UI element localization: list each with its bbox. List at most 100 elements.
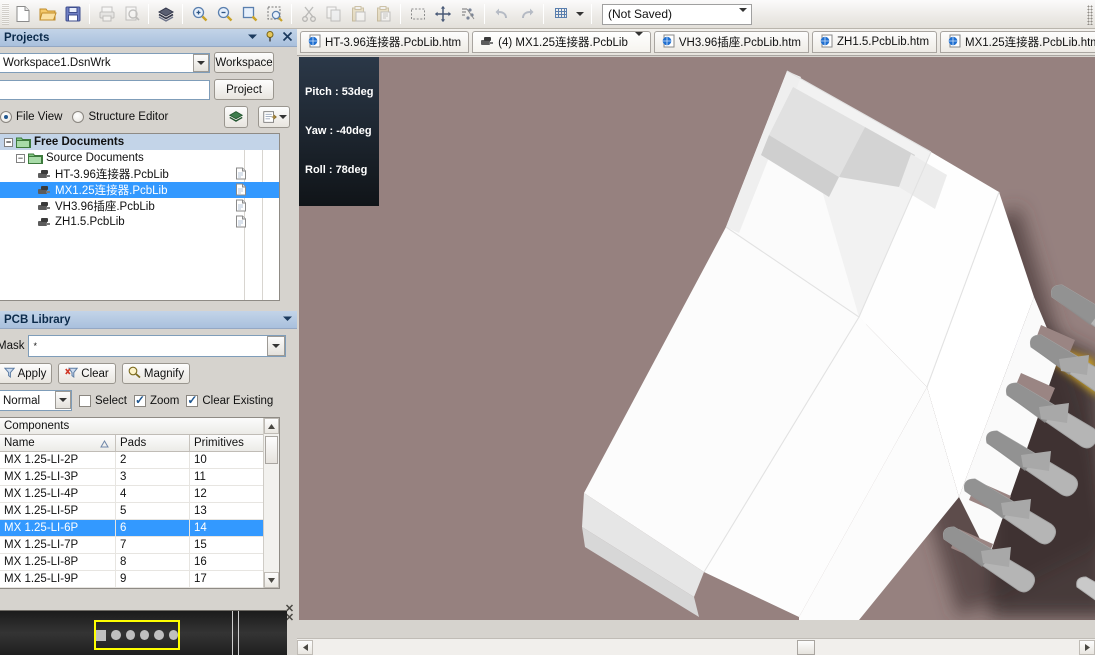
layer-swatch-circle[interactable] <box>111 630 121 640</box>
components-grid-scrollbar[interactable] <box>263 418 279 588</box>
clear-button[interactable]: Clear <box>58 363 116 384</box>
paste-icon[interactable] <box>346 2 371 26</box>
copy-icon[interactable] <box>321 2 346 26</box>
file-view-radio[interactable]: File View <box>0 111 62 123</box>
chevron-down-icon[interactable] <box>247 32 258 44</box>
viewport-horizontal-scrollbar[interactable] <box>297 638 1095 655</box>
layer-tab-strip[interactable] <box>0 610 287 655</box>
column-header-primitives[interactable]: Primitives <box>190 435 265 451</box>
layer-swatch-circle[interactable] <box>125 630 135 640</box>
pcb-library-icon <box>37 200 52 212</box>
zoom-area-icon[interactable] <box>262 2 287 26</box>
grid-icon[interactable] <box>548 2 573 26</box>
chevron-down-icon[interactable] <box>55 391 71 409</box>
tab-mx125-pcblib[interactable]: (4) MX1.25连接器.PcbLib <box>472 31 651 53</box>
zoom-checkbox[interactable]: Zoom <box>133 393 179 407</box>
tree-item-free-documents[interactable]: − Free Documents <box>0 134 279 150</box>
clear-existing-checkbox[interactable]: Clear Existing <box>186 393 273 407</box>
toolbar-separator <box>484 4 485 24</box>
table-row[interactable]: MX 1.25-LI-6P 6 14 <box>0 520 279 537</box>
print-icon[interactable] <box>94 2 119 26</box>
select-area-icon[interactable] <box>405 2 430 26</box>
table-row[interactable]: MX 1.25-LI-4P 4 12 <box>0 486 279 503</box>
table-row[interactable]: MX 1.25-LI-8P 8 16 <box>0 554 279 571</box>
tab-ht396[interactable]: HT-3.96连接器.PcbLib.htm <box>300 31 470 53</box>
board-layers-icon[interactable] <box>224 106 248 128</box>
table-row[interactable]: MX 1.25-LI-7P 7 15 <box>0 537 279 554</box>
chevron-down-icon[interactable] <box>267 336 286 356</box>
zoom-in-icon[interactable] <box>187 2 212 26</box>
expander-icon[interactable]: − <box>16 153 25 163</box>
toolbar-grip[interactable] <box>2 3 9 25</box>
tab-zh15[interactable]: ZH1.5.PcbLib.htm <box>811 31 938 53</box>
layer-swatch-circle[interactable] <box>139 630 150 640</box>
tree-item-zh15-pcblib[interactable]: ZH1.5.PcbLib <box>0 214 279 230</box>
magnify-button-label: Magnify <box>143 367 185 380</box>
tree-item-source-documents[interactable]: − Source Documents <box>0 150 279 166</box>
scroll-left-button[interactable] <box>297 639 313 655</box>
zoom-out-icon[interactable] <box>212 2 237 26</box>
scrollbar-thumb[interactable] <box>797 639 815 655</box>
tree-item-vh396-pcblib[interactable]: VH3.96插座.PcbLib <box>0 198 279 214</box>
cut-icon[interactable] <box>296 2 321 26</box>
open-project-split-button[interactable] <box>258 106 290 128</box>
scrollbar-thumb[interactable] <box>265 436 278 464</box>
deselect-icon[interactable] <box>455 2 480 26</box>
select-checkbox[interactable]: Select <box>79 394 127 407</box>
select-mode-combobox[interactable]: Normal <box>0 390 72 411</box>
layer-swatch-circle[interactable] <box>154 630 164 640</box>
save-icon[interactable] <box>60 2 85 26</box>
print-preview-icon[interactable] <box>119 2 144 26</box>
table-row[interactable]: MX 1.25-LI-3P 3 11 <box>0 469 279 486</box>
toolbar-overflow-handle[interactable] <box>1085 0 1095 29</box>
tree-item-ht396-pcblib[interactable]: HT-3.96连接器.PcbLib <box>0 166 279 182</box>
tree-item-mx125-pcblib[interactable]: MX1.25连接器.PcbLib <box>0 182 279 198</box>
layer-selector-highlight[interactable] <box>94 620 180 650</box>
components-grid[interactable]: Components Name Pads Primitives MX 1.25-… <box>0 417 280 589</box>
pin-icon[interactable] <box>264 30 276 45</box>
magnify-icon <box>128 366 141 381</box>
open-folder-icon[interactable] <box>35 2 60 26</box>
chevron-down-icon[interactable] <box>193 53 209 72</box>
scroll-up-button[interactable] <box>264 418 279 434</box>
project-combobox[interactable] <box>0 79 210 100</box>
structure-editor-radio[interactable]: Structure Editor <box>72 111 168 123</box>
magnify-button[interactable]: Magnify <box>122 363 190 384</box>
workspace-button[interactable]: Workspace <box>214 52 274 73</box>
cell-primitives: 17 <box>194 573 207 585</box>
column-header-name[interactable]: Name <box>0 435 116 451</box>
document-tree[interactable]: − Free Documents − Source Documents HT-3… <box>0 133 280 301</box>
workspace-combobox[interactable]: Workspace1.DsnWrk <box>0 52 210 73</box>
roll-label: Roll <box>305 164 326 176</box>
scroll-right-button[interactable] <box>1079 639 1095 655</box>
column-header-pads[interactable]: Pads <box>116 435 190 451</box>
expander-icon[interactable]: − <box>4 137 13 147</box>
redo-icon[interactable] <box>514 2 539 26</box>
move-icon[interactable] <box>430 2 455 26</box>
tab-mx125-htm[interactable]: MX1.25连接器.PcbLib.htm <box>940 31 1095 53</box>
project-button[interactable]: Project <box>214 79 274 100</box>
snapshot-combobox[interactable]: (Not Saved) <box>602 3 752 26</box>
table-row[interactable]: MX 1.25-LI-2P 2 10 <box>0 452 279 469</box>
new-document-icon[interactable] <box>10 2 35 26</box>
zoom-document-icon[interactable] <box>237 2 262 26</box>
board-layers-icon[interactable] <box>153 2 178 26</box>
layer-swatch-square[interactable] <box>96 629 107 641</box>
grid-dropdown-button[interactable] <box>573 2 587 26</box>
chevron-down-icon[interactable] <box>282 314 293 326</box>
paste-special-icon[interactable] <box>371 2 396 26</box>
mask-label: Mask <box>0 340 25 352</box>
undo-icon[interactable] <box>489 2 514 26</box>
pcb3d-viewport[interactable]: Pitch : 53deg Yaw : -40deg Roll : 78deg <box>299 57 1095 620</box>
table-row[interactable]: MX 1.25-LI-5P 5 13 <box>0 503 279 520</box>
table-row[interactable]: MX 1.25-LI-9P 9 17 <box>0 571 279 588</box>
mask-input[interactable]: * <box>28 335 287 357</box>
view-mode-row: File View Structure Editor <box>0 103 297 131</box>
tab-dropdown-icon[interactable] <box>634 32 643 48</box>
layer-strip-splitter[interactable] <box>232 611 239 655</box>
apply-button[interactable]: Apply <box>0 363 52 384</box>
layer-swatch-circle[interactable] <box>168 630 178 640</box>
scroll-down-button[interactable] <box>264 572 279 588</box>
close-icon[interactable] <box>282 31 293 45</box>
tab-vh396[interactable]: VH3.96插座.PcbLib.htm <box>653 31 809 53</box>
